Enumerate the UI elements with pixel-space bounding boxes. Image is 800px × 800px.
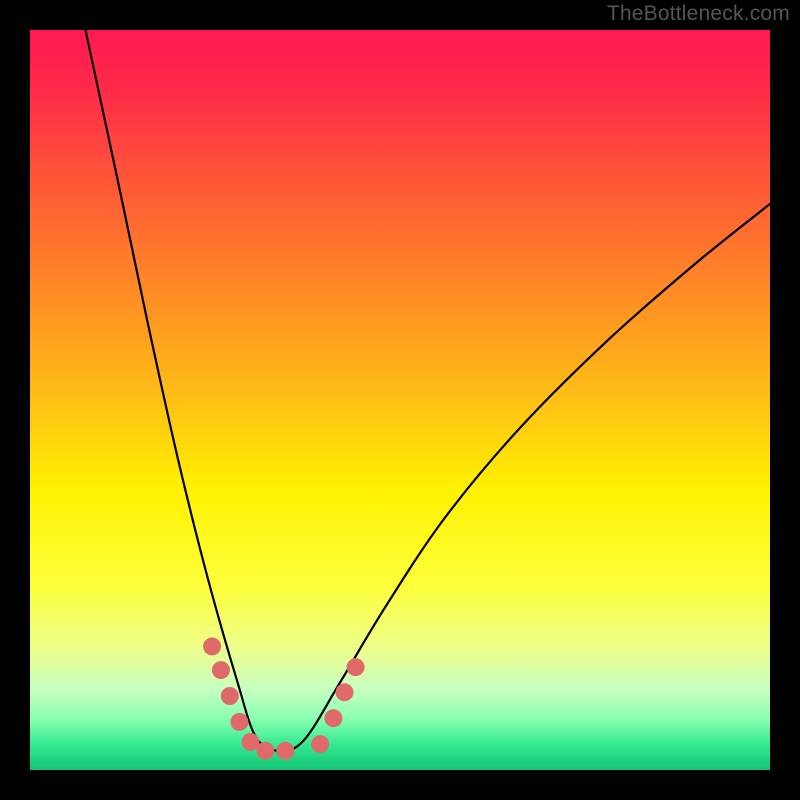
- marker-left-6: [276, 742, 294, 760]
- marker-right-2: [336, 683, 354, 701]
- marker-left-1: [212, 661, 230, 679]
- chart-frame: TheBottleneck.com: [0, 0, 800, 800]
- plot-svg: [30, 30, 770, 770]
- marker-left-2: [221, 687, 239, 705]
- marker-left-0: [203, 637, 221, 655]
- plot-area: [30, 30, 770, 770]
- gradient-background: [30, 30, 770, 770]
- marker-left-5: [256, 742, 274, 760]
- marker-left-3: [230, 713, 248, 731]
- marker-right-1: [324, 709, 342, 727]
- marker-right-3: [347, 658, 365, 676]
- marker-right-0: [311, 735, 329, 753]
- watermark-text: TheBottleneck.com: [607, 2, 790, 26]
